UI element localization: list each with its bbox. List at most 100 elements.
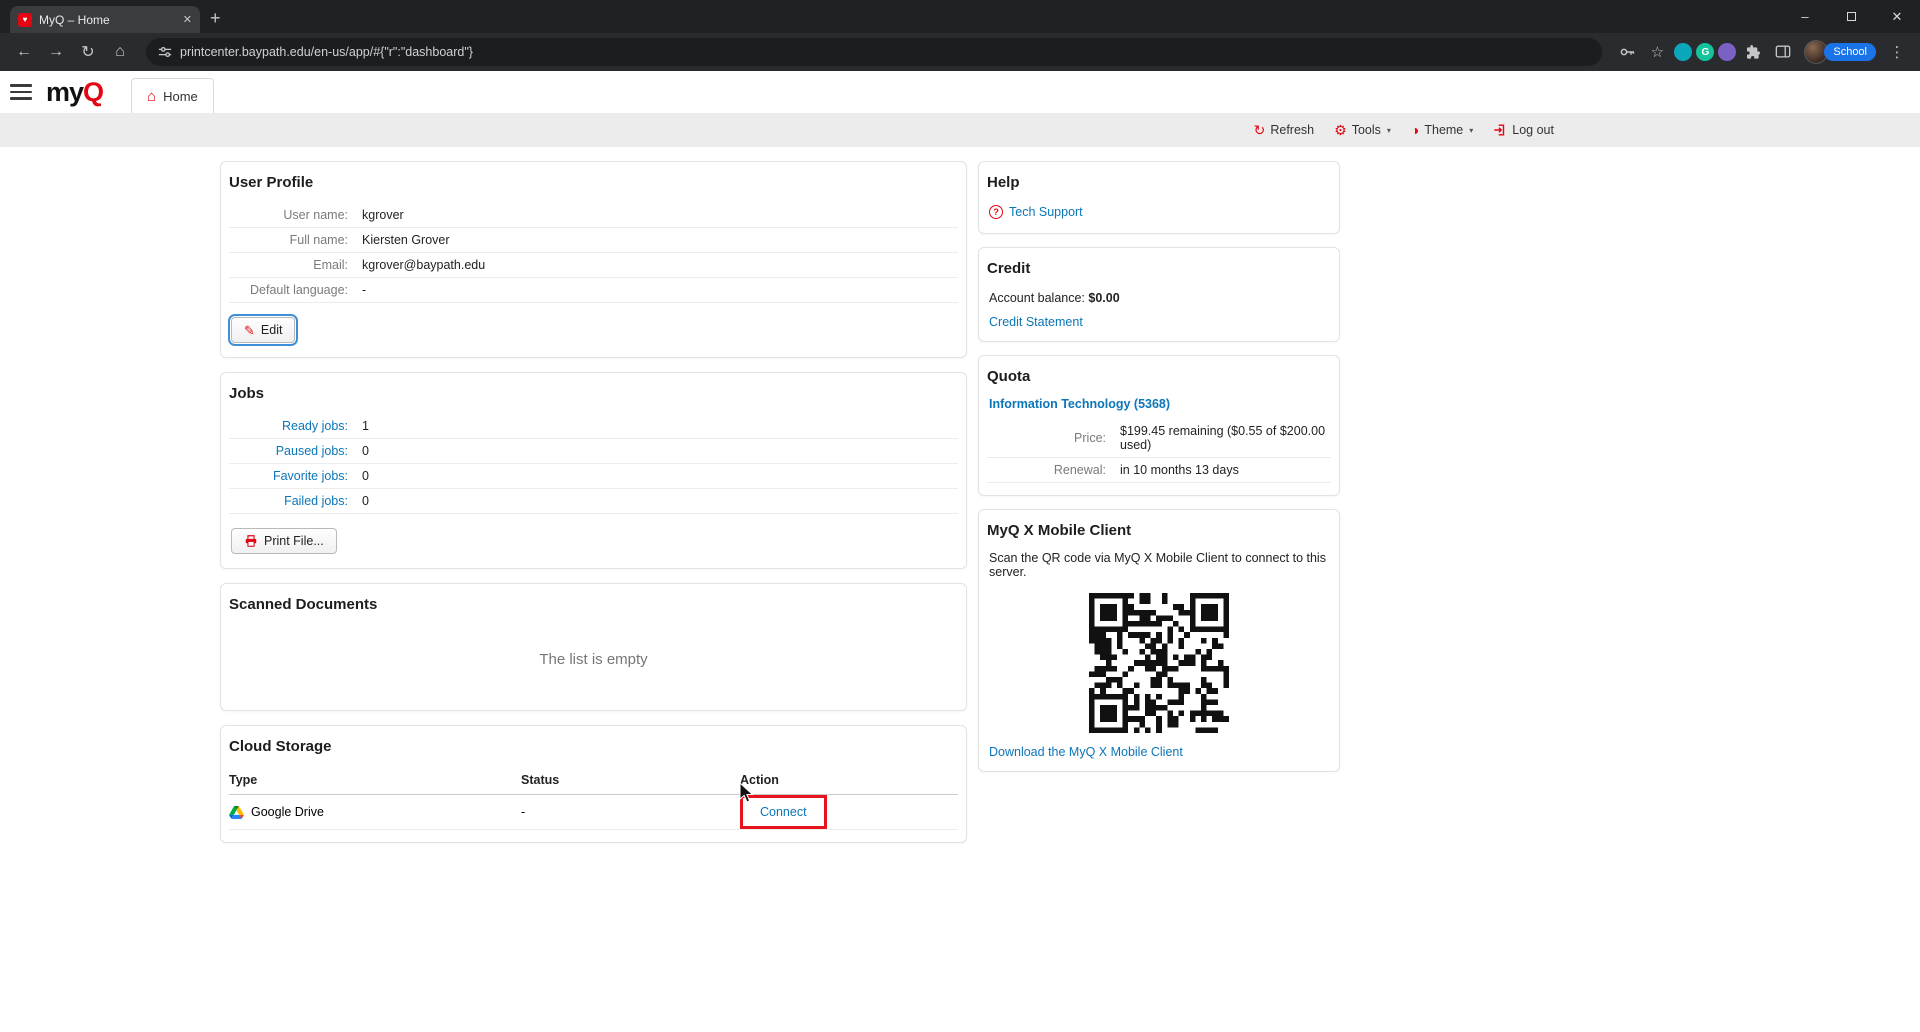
row-label: Renewal: xyxy=(1053,463,1106,477)
tools-icon: ⚙ xyxy=(1334,122,1347,138)
forward-icon[interactable]: → xyxy=(42,38,70,66)
help-card: Help ? Tech Support xyxy=(978,161,1340,234)
column-header-action: Action xyxy=(740,773,779,787)
cloud-storage-card: Cloud Storage Type Status Action Google … xyxy=(220,725,967,843)
failed-jobs-link[interactable]: Failed jobs: xyxy=(229,494,348,508)
logo-text-q: Q xyxy=(83,76,104,107)
row-value: kgrover xyxy=(362,208,404,222)
tab-home[interactable]: ⌂ Home xyxy=(131,78,214,113)
quota-account-link[interactable]: Information Technology (5368) xyxy=(989,397,1170,411)
home-tab-icon: ⌂ xyxy=(147,87,157,105)
tools-menu-button[interactable]: ⚙ Tools ▾ xyxy=(1334,123,1391,137)
home-icon[interactable]: ⌂ xyxy=(106,38,134,66)
theme-label: Theme xyxy=(1424,123,1464,137)
connect-link[interactable]: Connect xyxy=(760,805,807,819)
row-value: 0 xyxy=(362,469,369,483)
jobs-row: Ready jobs: 1 xyxy=(229,414,958,439)
window-close-button[interactable]: ✕ xyxy=(1874,0,1920,33)
print-file-button[interactable]: Print File... xyxy=(231,528,337,554)
row-value: $199.45 remaining ($0.55 of $200.00 used… xyxy=(1120,424,1326,452)
storage-status-value: - xyxy=(521,805,526,819)
google-drive-icon xyxy=(229,805,244,819)
card-title: Jobs xyxy=(229,385,265,402)
row-value: in 10 months 13 days xyxy=(1120,463,1239,477)
row-value: kgrover@baypath.edu xyxy=(362,258,486,272)
logout-label: Log out xyxy=(1512,123,1554,137)
row-label: Default language: xyxy=(250,283,348,297)
myq-favicon-icon: ♥ xyxy=(18,12,32,27)
refresh-icon: ↻ xyxy=(1253,122,1266,138)
row-value: 1 xyxy=(362,419,369,433)
tech-support-link[interactable]: Tech Support xyxy=(1009,205,1083,219)
user-profile-card: User Profile User name: kgrover Full nam… xyxy=(220,161,967,358)
refresh-button[interactable]: ↻ Refresh xyxy=(1254,123,1315,137)
balance-label: Account balance: xyxy=(989,291,1085,305)
extension-badge-grammarly-icon[interactable]: G xyxy=(1696,43,1715,61)
jobs-card: Jobs Ready jobs: 1 Paused jobs: 0 Favori… xyxy=(220,372,967,569)
browser-menu-kebab-icon[interactable]: ⋮ xyxy=(1884,39,1910,65)
mobile-client-card: MyQ X Mobile Client Scan the QR code via… xyxy=(978,509,1340,772)
extensions-puzzle-icon[interactable] xyxy=(1740,39,1766,65)
extension-badge-3-icon[interactable] xyxy=(1718,43,1737,61)
browser-profile-button[interactable]: School xyxy=(1804,40,1876,64)
window-maximize-button[interactable] xyxy=(1828,0,1874,33)
jobs-row: Failed jobs: 0 xyxy=(229,489,958,514)
storage-type-label: Google Drive xyxy=(251,805,324,819)
theme-icon: ◑ xyxy=(1410,122,1420,138)
logout-button[interactable]: Log out xyxy=(1493,123,1554,137)
credit-statement-link[interactable]: Credit Statement xyxy=(989,315,1083,329)
quota-row: Price: $199.45 remaining ($0.55 of $200.… xyxy=(987,419,1331,458)
column-header-status: Status xyxy=(521,773,560,787)
download-mobile-client-link[interactable]: Download the MyQ X Mobile Client xyxy=(989,745,1183,759)
new-tab-button[interactable]: + xyxy=(210,8,221,29)
profile-row: Email: kgrover@baypath.edu xyxy=(229,253,958,278)
logo-text-my: my xyxy=(46,76,84,107)
row-label: Email: xyxy=(313,258,348,272)
table-header: Type Status Action xyxy=(229,767,958,795)
window-titlebar: ♥ MyQ – Home ✕ + – ✕ xyxy=(0,0,1920,33)
window-controls: – ✕ xyxy=(1782,0,1920,33)
profile-row: User name: kgrover xyxy=(229,203,958,228)
balance-value: $0.00 xyxy=(1088,291,1120,305)
card-title: Credit xyxy=(987,260,1031,277)
qr-code-image xyxy=(1089,593,1229,733)
table-row: Google Drive - Connect xyxy=(229,795,958,830)
url-text[interactable]: printcenter.baypath.edu/en-us/app/#{"r":… xyxy=(180,45,473,59)
credit-card: Credit Account balance: $0.00 Credit Sta… xyxy=(978,247,1340,342)
reload-icon[interactable]: ↻ xyxy=(74,38,102,66)
url-bar[interactable]: printcenter.baypath.edu/en-us/app/#{"r":… xyxy=(146,38,1603,66)
back-icon[interactable]: ← xyxy=(10,38,38,66)
window-minimize-button[interactable]: – xyxy=(1782,0,1828,33)
jobs-row: Paused jobs: 0 xyxy=(229,439,958,464)
scanned-documents-card: Scanned Documents The list is empty xyxy=(220,583,967,711)
quota-card: Quota Information Technology (5368) Pric… xyxy=(978,355,1340,496)
printer-icon xyxy=(245,535,257,547)
theme-menu-button[interactable]: ◑ Theme ▾ xyxy=(1411,123,1473,137)
site-settings-icon[interactable] xyxy=(158,45,172,59)
dashboard-content: User Profile User name: kgrover Full nam… xyxy=(0,147,1920,843)
row-label: User name: xyxy=(283,208,348,222)
favorite-jobs-link[interactable]: Favorite jobs: xyxy=(229,469,348,483)
browser-tab[interactable]: ♥ MyQ – Home ✕ xyxy=(10,6,200,33)
heart-icon: ♥ xyxy=(22,14,28,24)
profile-name-pill: School xyxy=(1824,43,1876,61)
browser-navbar: ← → ↻ ⌂ printcenter.baypath.edu/en-us/ap… xyxy=(0,33,1920,71)
row-label: Price: xyxy=(1074,431,1106,445)
ready-jobs-link[interactable]: Ready jobs: xyxy=(229,419,348,433)
edit-button[interactable]: ✎ Edit xyxy=(227,314,299,346)
password-key-icon[interactable] xyxy=(1614,39,1640,65)
chevron-down-icon: ▾ xyxy=(1469,125,1474,135)
card-title: Scanned Documents xyxy=(229,596,378,613)
home-tab-label: Home xyxy=(163,88,198,104)
profile-row: Full name: Kiersten Grover xyxy=(229,228,958,253)
row-label: Full name: xyxy=(289,233,348,247)
paused-jobs-link[interactable]: Paused jobs: xyxy=(229,444,348,458)
extension-badge-1-icon[interactable] xyxy=(1674,43,1693,61)
print-file-label: Print File... xyxy=(264,534,324,548)
maximize-icon xyxy=(1846,12,1856,21)
mouse-cursor xyxy=(739,782,754,803)
bookmark-star-icon[interactable]: ☆ xyxy=(1644,39,1670,65)
tab-close-icon[interactable]: ✕ xyxy=(183,13,192,26)
hamburger-menu-icon[interactable] xyxy=(10,84,32,100)
side-panel-icon[interactable] xyxy=(1770,39,1796,65)
